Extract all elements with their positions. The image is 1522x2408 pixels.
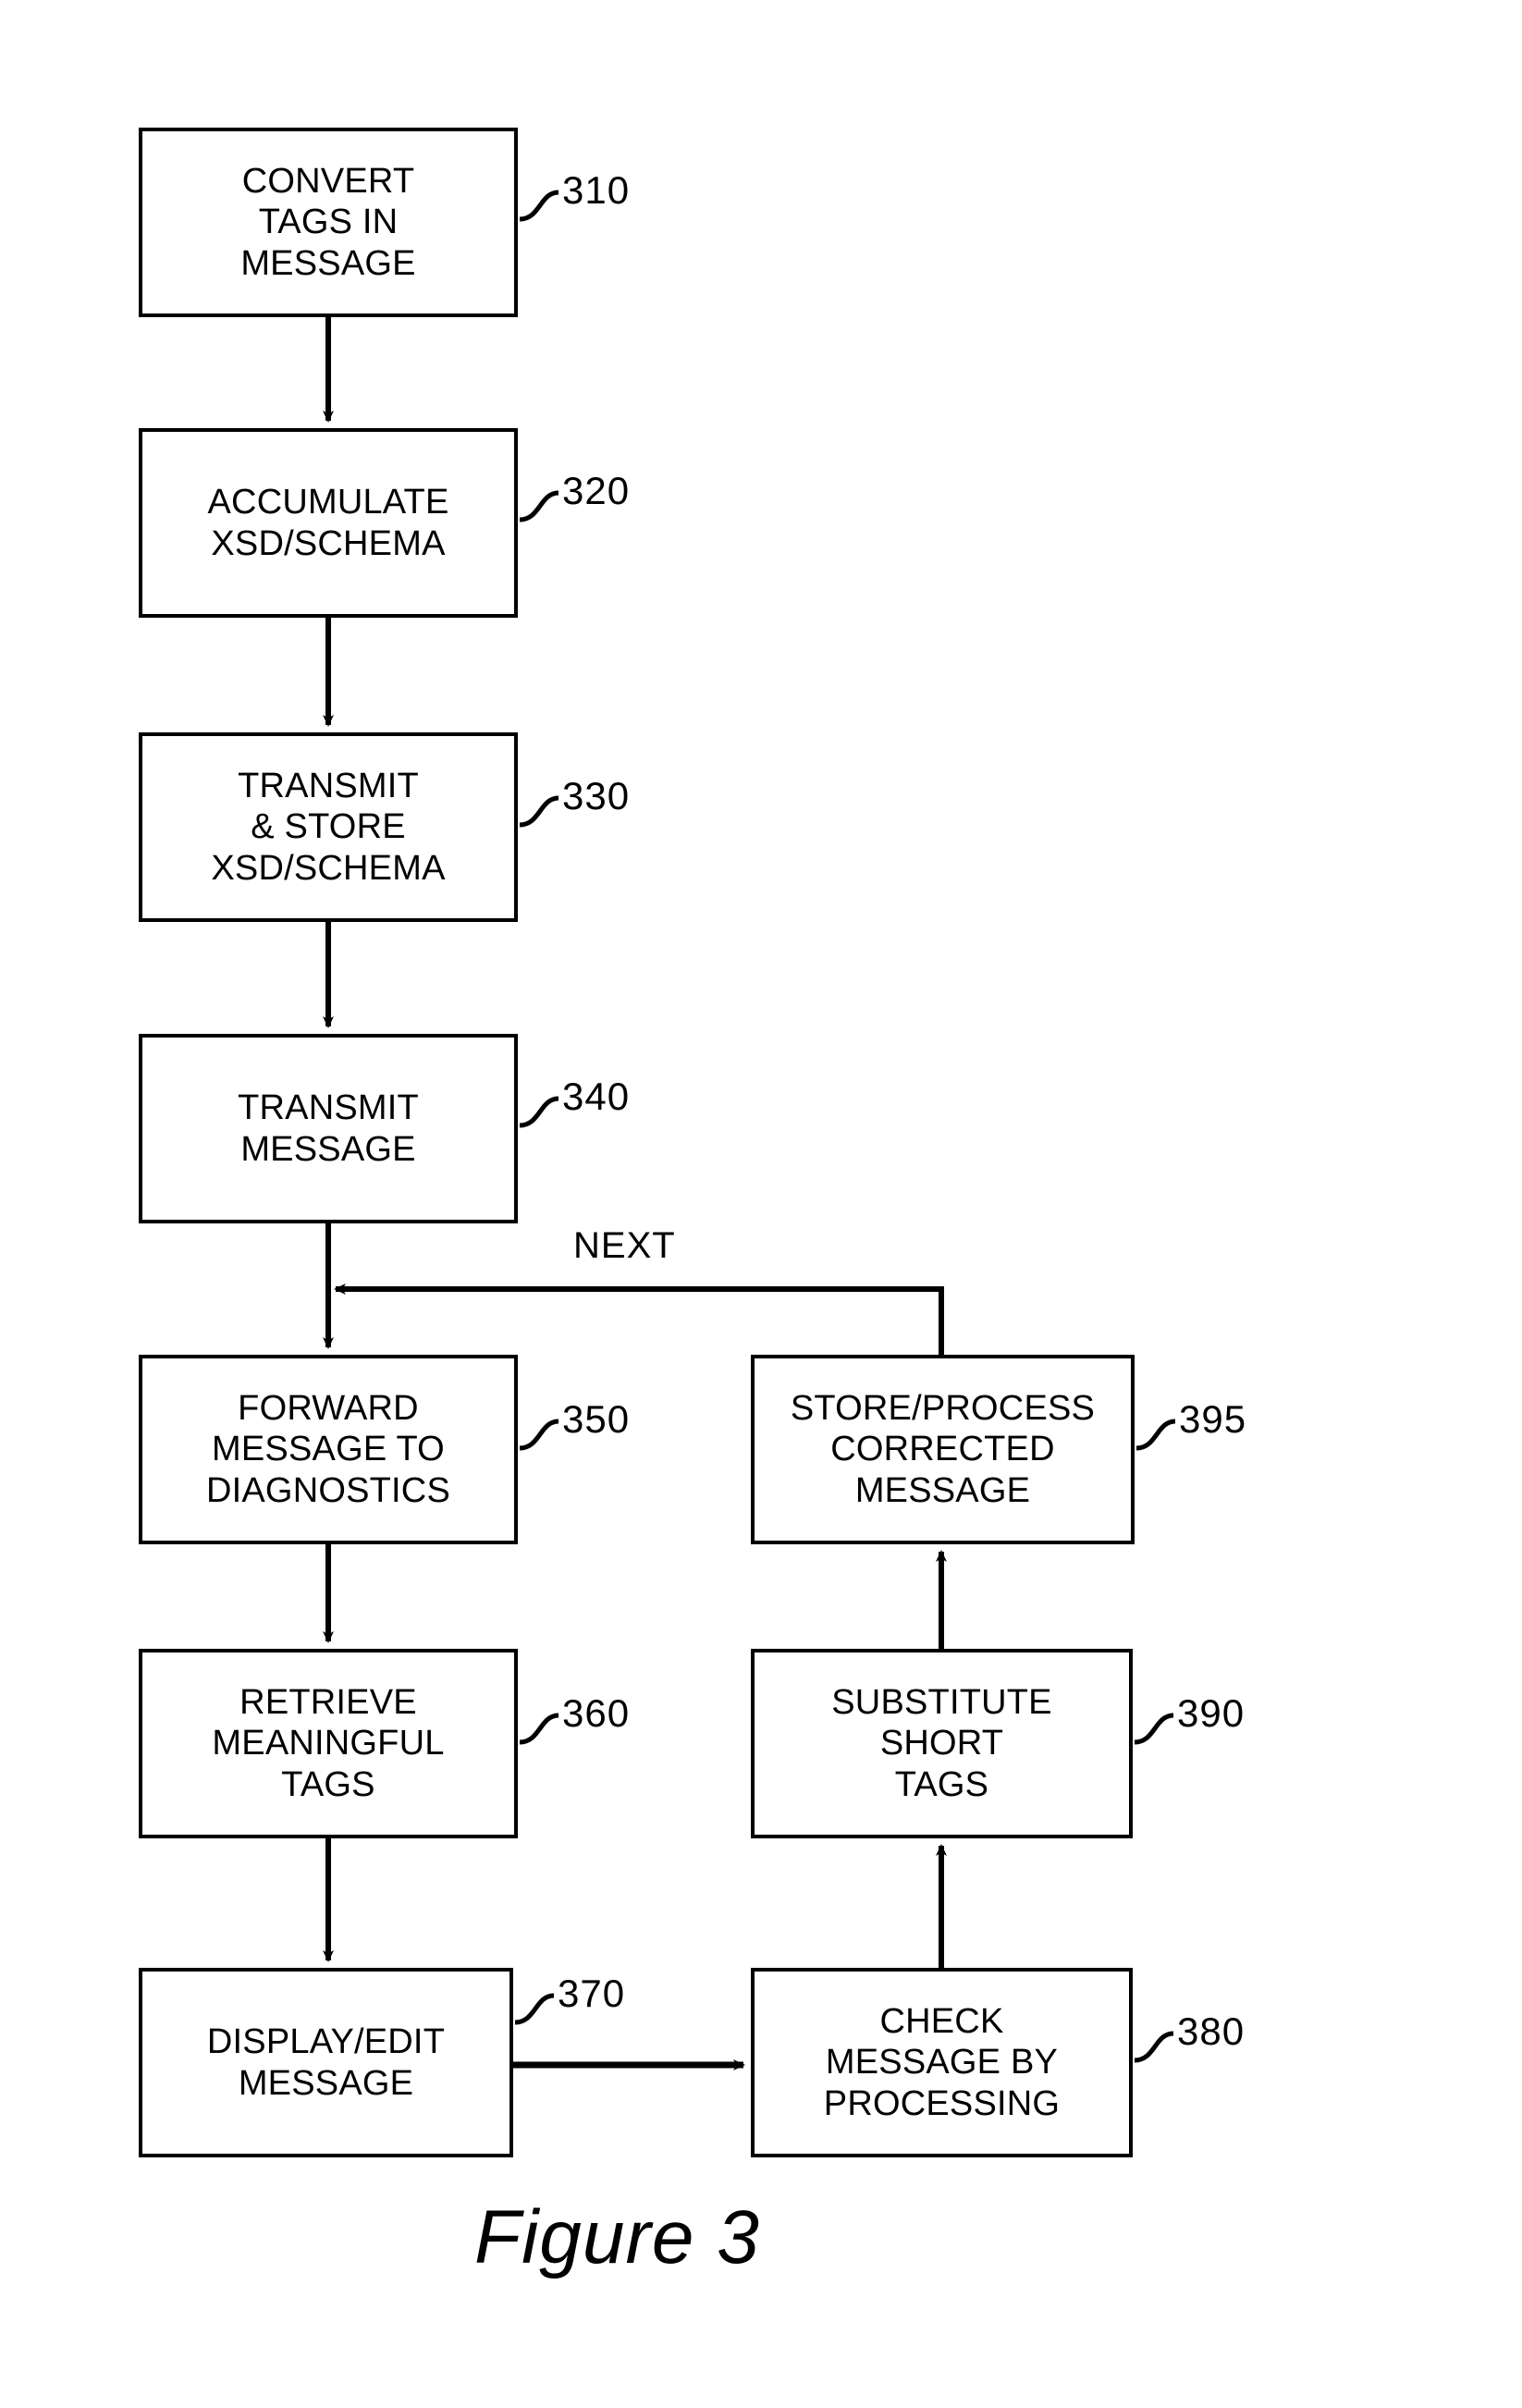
reference-number-320: 320 (562, 469, 631, 512)
connector-395-next-feedback (334, 1284, 944, 1355)
process-box-350[interactable]: FORWARD MESSAGE TO DIAGNOSTICS (139, 1355, 518, 1544)
reference-number-330: 330 (562, 774, 631, 817)
reference-number-390: 390 (1177, 1691, 1246, 1735)
reference-number-360: 360 (562, 1691, 631, 1735)
process-box-395-label: STORE/PROCESS CORRECTED MESSAGE (790, 1388, 1096, 1510)
process-box-340[interactable]: TRANSMIT MESSAGE (139, 1034, 518, 1223)
leader-line-370 (514, 1993, 555, 2025)
leader-line-395 (1135, 1419, 1176, 1451)
process-box-310-label: CONVERT TAGS IN MESSAGE (240, 161, 416, 283)
process-box-390-label: SUBSTITUTE SHORT TAGS (831, 1682, 1052, 1804)
leader-line-320 (519, 490, 559, 522)
process-box-330[interactable]: TRANSMIT & STORE XSD/SCHEMA (139, 732, 518, 922)
leader-line-360 (519, 1713, 559, 1745)
process-box-360[interactable]: RETRIEVE MEANINGFUL TAGS (139, 1649, 518, 1838)
edge-label-next: NEXT (573, 1225, 676, 1266)
patent-flowchart-figure: CONVERT TAGS IN MESSAGE ACCUMULATE XSD/S… (0, 0, 1522, 2408)
reference-number-310: 310 (562, 168, 631, 212)
figure-caption: Figure 3 (474, 2195, 760, 2279)
process-box-395[interactable]: STORE/PROCESS CORRECTED MESSAGE (751, 1355, 1135, 1544)
process-box-380-label: CHECK MESSAGE BY PROCESSING (823, 2001, 1061, 2123)
process-box-380[interactable]: CHECK MESSAGE BY PROCESSING (751, 1968, 1133, 2157)
process-box-330-label: TRANSMIT & STORE XSD/SCHEMA (211, 766, 446, 888)
reference-number-370: 370 (558, 1972, 626, 2015)
process-box-310[interactable]: CONVERT TAGS IN MESSAGE (139, 128, 518, 317)
leader-line-330 (519, 795, 559, 828)
process-box-390[interactable]: SUBSTITUTE SHORT TAGS (751, 1649, 1133, 1838)
reference-number-380: 380 (1177, 2009, 1246, 2053)
process-box-320-label: ACCUMULATE XSD/SCHEMA (207, 483, 449, 563)
leader-line-390 (1134, 1713, 1174, 1745)
process-box-370[interactable]: DISPLAY/EDIT MESSAGE (139, 1968, 513, 2157)
reference-number-350: 350 (562, 1397, 631, 1441)
leader-line-380 (1134, 2031, 1174, 2063)
process-box-360-label: RETRIEVE MEANINGFUL TAGS (212, 1682, 445, 1804)
reference-number-340: 340 (562, 1075, 631, 1118)
process-box-340-label: TRANSMIT MESSAGE (238, 1088, 419, 1169)
process-box-320[interactable]: ACCUMULATE XSD/SCHEMA (139, 428, 518, 618)
process-box-370-label: DISPLAY/EDIT MESSAGE (206, 2022, 446, 2103)
leader-line-350 (519, 1419, 559, 1451)
leader-line-340 (519, 1096, 559, 1128)
process-box-350-label: FORWARD MESSAGE TO DIAGNOSTICS (205, 1388, 450, 1510)
leader-line-310 (519, 190, 559, 222)
reference-number-395: 395 (1179, 1397, 1247, 1441)
